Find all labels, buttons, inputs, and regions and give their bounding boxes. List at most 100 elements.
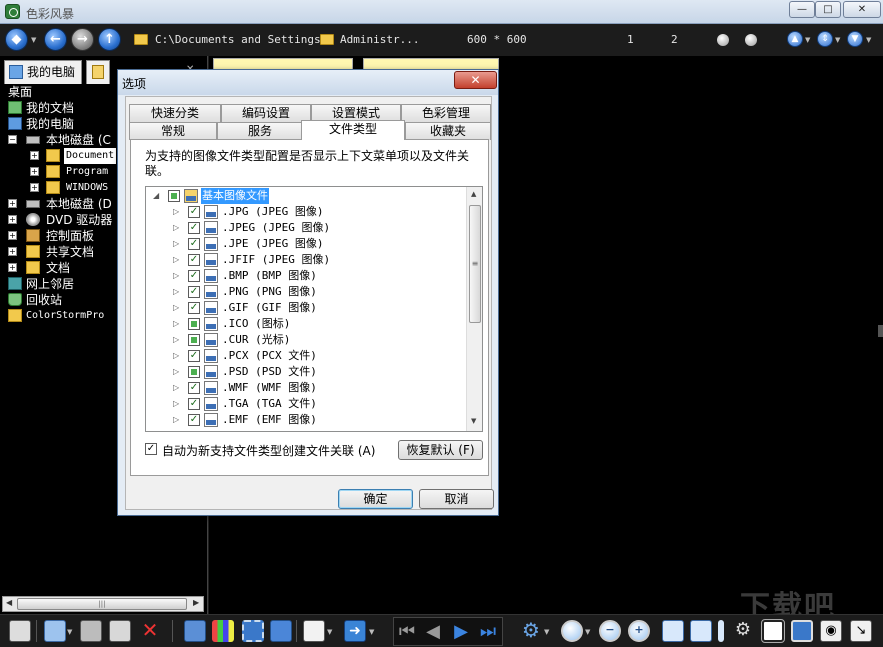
- indicator-dot-icon[interactable]: [717, 34, 729, 46]
- save-icon[interactable]: [80, 620, 102, 642]
- collapse-arrow-icon[interactable]: ◢: [153, 188, 159, 204]
- file-type-checkbox[interactable]: ✓: [188, 270, 200, 282]
- scroll-up-icon[interactable]: ▲: [471, 190, 476, 198]
- expand-arrow-icon[interactable]: ▷: [173, 268, 179, 284]
- expand-arrow-icon[interactable]: ▷: [173, 236, 179, 252]
- layout-icon[interactable]: [761, 619, 785, 643]
- expand-icon[interactable]: +: [30, 167, 39, 176]
- scroll-thumb[interactable]: |||: [17, 598, 187, 610]
- zoom-in-icon[interactable]: +: [628, 620, 650, 642]
- tab-quick-sort[interactable]: 快速分类: [129, 104, 221, 122]
- expand-arrow-icon[interactable]: ▷: [173, 284, 179, 300]
- tab-color-management[interactable]: 色彩管理: [401, 104, 491, 122]
- maximize-button[interactable]: □: [815, 1, 841, 18]
- expand-icon[interactable]: +: [8, 215, 17, 224]
- first-image-icon[interactable]: ⏮: [396, 621, 418, 643]
- menu-orb-button[interactable]: ◆: [5, 28, 28, 51]
- dropdown-icon[interactable]: ▼: [327, 628, 332, 636]
- nav-updown-icon[interactable]: ⇕: [817, 31, 833, 47]
- auto-association-checkbox[interactable]: ✓: [145, 443, 157, 455]
- horizontal-scrollbar[interactable]: ◀ ||| ▶: [2, 596, 204, 612]
- expand-icon[interactable]: +: [30, 151, 39, 160]
- file-type-checkbox[interactable]: ✓: [188, 286, 200, 298]
- cancel-button[interactable]: 取消: [419, 489, 494, 509]
- file-type-checkbox[interactable]: ✓: [188, 206, 200, 218]
- fullscreen-icon[interactable]: ↘: [850, 620, 872, 642]
- expand-icon[interactable]: +: [30, 183, 39, 192]
- dialog-close-button[interactable]: ✕: [454, 71, 497, 89]
- tab-my-computer[interactable]: 我的电脑: [4, 60, 82, 84]
- dropdown-icon[interactable]: ▼: [67, 628, 72, 636]
- tab-encoding[interactable]: 编码设置: [221, 104, 311, 122]
- up-folder-button[interactable]: ↑: [98, 28, 121, 51]
- dropdown-icon[interactable]: ▼: [866, 36, 871, 44]
- expand-arrow-icon[interactable]: ▷: [173, 380, 179, 396]
- expand-arrow-icon[interactable]: ▷: [173, 332, 179, 348]
- close-window-button[interactable]: ✕: [843, 1, 881, 18]
- open-file-icon[interactable]: [44, 620, 66, 642]
- edit-icon[interactable]: [303, 620, 325, 642]
- slideshow-icon[interactable]: [791, 620, 813, 642]
- scroll-left-icon[interactable]: ◀: [6, 598, 12, 607]
- delete-icon[interactable]: ✕: [139, 620, 161, 642]
- file-type-checkbox[interactable]: ✓: [188, 222, 200, 234]
- exit-icon[interactable]: [9, 620, 31, 642]
- minimize-button[interactable]: —: [789, 1, 815, 18]
- back-button[interactable]: ←: [44, 28, 67, 51]
- indicator-dot-icon[interactable]: [745, 34, 757, 46]
- expand-arrow-icon[interactable]: ▷: [173, 252, 179, 268]
- expand-arrow-icon[interactable]: ▷: [173, 364, 179, 380]
- select-icon[interactable]: [242, 620, 264, 642]
- forward-button[interactable]: →: [71, 28, 94, 51]
- expand-arrow-icon[interactable]: ▷: [173, 204, 179, 220]
- menu-dropdown-icon[interactable]: ▼: [31, 36, 36, 44]
- file-type-checkbox[interactable]: [188, 318, 200, 330]
- panel-resize-handle[interactable]: [878, 325, 883, 337]
- expand-arrow-icon[interactable]: ▷: [173, 412, 179, 428]
- tab-favorites[interactable]: [86, 60, 110, 84]
- expand-icon[interactable]: +: [8, 263, 17, 272]
- tab-favorites[interactable]: 收藏夹: [405, 122, 491, 140]
- crop-icon[interactable]: [270, 620, 292, 642]
- fit-width-icon[interactable]: [662, 620, 684, 642]
- file-type-checkbox[interactable]: ✓: [188, 302, 200, 314]
- scroll-right-icon[interactable]: ▶: [193, 598, 199, 607]
- nav-up-icon[interactable]: ▲: [787, 31, 803, 47]
- expand-arrow-icon[interactable]: ▷: [173, 300, 179, 316]
- tab-general[interactable]: 常规: [129, 122, 217, 140]
- expand-arrow-icon[interactable]: ▷: [173, 396, 179, 412]
- path-segment-1[interactable]: C:\Documents and Settings: [155, 33, 321, 46]
- file-type-checkbox[interactable]: [188, 366, 200, 378]
- ok-button[interactable]: 确定: [338, 489, 413, 509]
- move-icon[interactable]: [184, 620, 206, 642]
- dropdown-icon[interactable]: ▼: [369, 628, 374, 636]
- file-type-checkbox[interactable]: ✓: [188, 398, 200, 410]
- actual-size-icon[interactable]: [718, 620, 724, 642]
- expand-icon[interactable]: +: [8, 231, 17, 240]
- list-vertical-scrollbar[interactable]: ▲ ≡ ▼: [466, 187, 482, 431]
- preview-eye-icon[interactable]: ◉: [820, 620, 842, 642]
- next-image-icon[interactable]: ▶: [450, 621, 472, 643]
- dropdown-icon[interactable]: ▼: [835, 36, 840, 44]
- root-checkbox[interactable]: [168, 190, 180, 202]
- file-type-checkbox[interactable]: ✓: [188, 238, 200, 250]
- tools-gear-icon[interactable]: ⚙: [732, 620, 754, 642]
- settings-gear-icon[interactable]: ⚙: [520, 620, 542, 642]
- dropdown-icon[interactable]: ▼: [544, 628, 549, 636]
- zoom-out-icon[interactable]: −: [599, 620, 621, 642]
- nav-down-icon[interactable]: ▼: [847, 31, 863, 47]
- scroll-down-icon[interactable]: ▼: [471, 417, 476, 425]
- expand-icon[interactable]: +: [8, 199, 17, 208]
- file-type-checkbox[interactable]: ✓: [188, 350, 200, 362]
- expand-arrow-icon[interactable]: ▷: [173, 348, 179, 364]
- export-icon[interactable]: ➜: [344, 620, 366, 642]
- expand-arrow-icon[interactable]: ▷: [173, 316, 179, 332]
- file-type-checkbox[interactable]: [188, 334, 200, 346]
- file-type-checkbox[interactable]: ✓: [188, 382, 200, 394]
- dropdown-icon[interactable]: ▼: [585, 628, 590, 636]
- expand-arrow-icon[interactable]: ▷: [173, 220, 179, 236]
- histogram-icon[interactable]: [212, 620, 234, 642]
- fit-window-icon[interactable]: [690, 620, 712, 642]
- dropdown-icon[interactable]: ▼: [805, 36, 810, 44]
- tab-file-types[interactable]: 文件类型: [301, 120, 405, 140]
